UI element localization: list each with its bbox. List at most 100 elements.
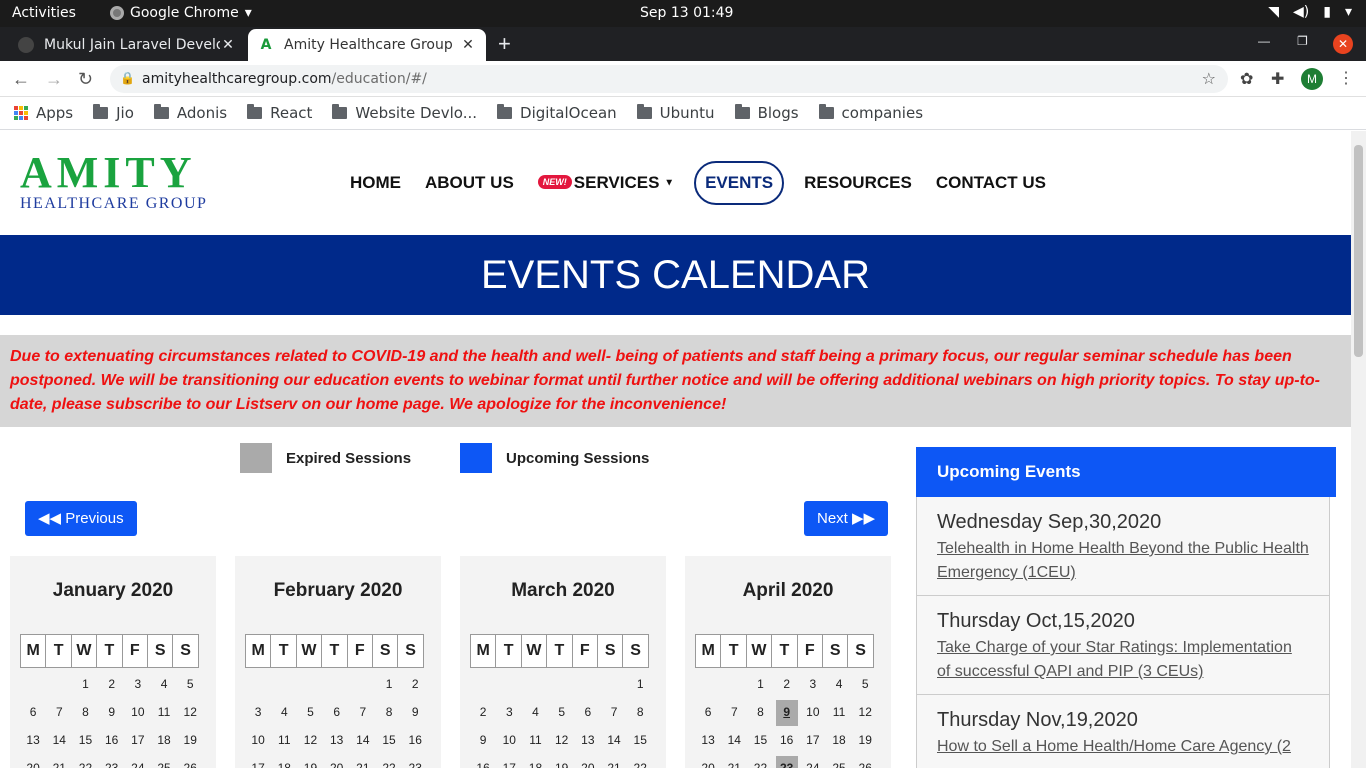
close-icon[interactable]: ✕ <box>460 37 476 53</box>
event-title-link[interactable]: Take Charge of your Star Ratings: Implem… <box>937 636 1309 684</box>
bookmark-blogs[interactable]: Blogs <box>734 104 799 122</box>
battery-icon: ▮ <box>1323 4 1331 20</box>
day-cell: 25 <box>832 761 846 768</box>
page-scrollbar[interactable] <box>1351 131 1366 768</box>
kebab-menu-icon[interactable]: ⋮ <box>1338 68 1354 88</box>
close-icon[interactable]: ✕ <box>220 37 236 53</box>
next-button[interactable]: Next ▶▶ <box>804 501 889 536</box>
tab-mukul-jain[interactable]: Mukul Jain Laravel Develo ✕ <box>8 29 246 61</box>
bookmark-apps[interactable]: Apps <box>14 104 73 122</box>
weekday-cell: T <box>96 634 123 668</box>
event-date: Thursday Nov,19,2020 <box>937 709 1138 731</box>
bookmark-jio[interactable]: Jio <box>93 104 134 122</box>
event-title-link[interactable]: Telehealth in Home Health Beyond the Pub… <box>937 537 1309 585</box>
day-cell: 11 <box>278 733 291 747</box>
folder-icon <box>818 104 834 119</box>
upcoming-event-item: Wednesday Sep,30,2020 Telehealth in Home… <box>917 497 1329 596</box>
bookmark-adonis[interactable]: Adonis <box>153 104 228 122</box>
bookmark-label: Apps <box>36 104 74 122</box>
day-cell: 22 <box>753 761 768 768</box>
day-cell: 6 <box>584 705 592 719</box>
profile-avatar[interactable]: M <box>1301 68 1323 90</box>
month-title: January 2020 <box>52 580 174 601</box>
nav-contact-us[interactable]: CONTACT US <box>924 161 1058 205</box>
day-cell: 10 <box>502 733 516 747</box>
day-cell <box>695 672 721 700</box>
forward-arrow-icon[interactable]: → <box>45 69 63 90</box>
url-input[interactable]: 🔒 amityhealthcaregroup.com/education/#/ … <box>110 65 1228 93</box>
event-title-link[interactable]: How to Sell a Home Health/Home Care Agen… <box>937 735 1309 759</box>
lock-icon[interactable]: 🔒 <box>120 71 135 85</box>
nav-about-us[interactable]: ABOUT US <box>413 161 526 205</box>
day-cell: 22 <box>633 761 647 768</box>
day-cell: 23 <box>408 761 422 768</box>
day-cell <box>271 672 297 700</box>
maximize-icon[interactable]: ❐ <box>1297 34 1308 48</box>
expired-session-day[interactable]: 9 <box>775 700 798 726</box>
bookmark-companies[interactable]: companies <box>818 104 923 122</box>
day-cell: 22 <box>382 761 396 768</box>
nav-services[interactable]: NEW! SERVICES ▼ <box>526 161 686 205</box>
extension-icon[interactable]: ✿ <box>1240 69 1253 89</box>
system-tray[interactable]: ◥ ◀) ▮ ▾ <box>1268 4 1352 20</box>
bookmark-ubuntu[interactable]: Ubuntu <box>636 104 715 122</box>
month-calendar: March 2020 M T W T F S S 1 2 3 4 5 6 7 8 9 10 11 12 13 14 15 16… <box>460 556 666 768</box>
weekday-cell: M <box>20 634 47 668</box>
activities-button[interactable]: Activities <box>12 5 76 21</box>
nav-events[interactable]: EVENTS <box>694 161 785 205</box>
weekday-cell: S <box>397 634 424 668</box>
weekday-cell: T <box>495 634 522 668</box>
day-cell: 19 <box>303 761 318 768</box>
logo-sub-text: HEALTHCARE GROUP <box>20 195 208 212</box>
upcoming-event-item: Thursday Oct,15,2020 Take Charge of your… <box>917 596 1329 695</box>
day-cell: 26 <box>858 761 872 768</box>
amity-logo[interactable]: AMITY HEALTHCARE GROUP <box>20 151 208 213</box>
caret-down-icon: ▼ <box>664 177 675 189</box>
scrollbar-thumb[interactable] <box>1354 145 1363 357</box>
bookmark-label: Jio <box>116 104 134 122</box>
weekday-cell: T <box>720 634 747 668</box>
minimize-icon[interactable]: — <box>1258 34 1270 48</box>
new-tab-icon[interactable]: + <box>498 31 511 57</box>
weekday-cell: S <box>172 634 199 668</box>
bookmark-label: Adonis <box>176 104 228 122</box>
bookmark-star-icon[interactable]: ☆ <box>1202 69 1216 88</box>
day-cell: 14 <box>356 733 370 747</box>
day-cell: 13 <box>701 733 715 747</box>
bookmark-digitalocean[interactable]: DigitalOcean <box>497 104 617 122</box>
puzzle-extensions-icon[interactable]: ✚ <box>1271 69 1284 89</box>
day-cell <box>522 672 548 700</box>
nav-resources[interactable]: RESOURCES <box>792 161 924 205</box>
bookmark-label: Website Devlo... <box>355 104 478 122</box>
day-cell: 1 <box>636 677 644 691</box>
clock[interactable]: Sep 13 01:49 <box>640 5 733 21</box>
legend-upcoming-label: Upcoming Sessions <box>506 449 650 467</box>
nav-home[interactable]: HOME <box>338 161 413 205</box>
app-menu[interactable]: Google Chrome ▾ <box>110 5 252 21</box>
bookmark-website-devlo[interactable]: Website Devlo... <box>332 104 477 122</box>
day-cell: 3 <box>134 677 142 691</box>
weekday-cell: M <box>470 634 497 668</box>
day-cell: 16 <box>779 733 794 747</box>
close-window-icon[interactable]: ✕ <box>1333 34 1353 54</box>
day-cell: 3 <box>809 677 817 691</box>
back-arrow-icon[interactable]: ← <box>12 69 30 90</box>
day-cell: 24 <box>806 761 820 768</box>
bookmark-react[interactable]: React <box>247 104 312 122</box>
app-name: Google Chrome <box>130 5 239 21</box>
weekday-cell: S <box>596 634 624 668</box>
previous-button[interactable]: ◀◀ Previous <box>25 501 137 536</box>
tab-amity-healthcare[interactable]: A Amity Healthcare Group ✕ <box>248 29 486 61</box>
day-cell: 15 <box>753 733 768 747</box>
day-grid: 1 2 3 4 5 6 7 8 9 10 11 12 13 14 15 16 17 18 19 20 21 22 23 24 2… <box>20 672 203 768</box>
day-cell: 9 <box>108 705 115 719</box>
day-cell: 19 <box>183 733 197 747</box>
weekday-header: MTWTFSS <box>245 634 424 668</box>
reload-icon[interactable]: ↻ <box>78 69 93 90</box>
bookmark-label: React <box>270 104 313 122</box>
day-cell: 7 <box>730 705 738 719</box>
day-cell: 1 <box>82 677 89 691</box>
day-cell <box>324 672 350 700</box>
expired-session-day[interactable]: 23 <box>775 756 798 768</box>
day-cell: 19 <box>554 761 569 768</box>
